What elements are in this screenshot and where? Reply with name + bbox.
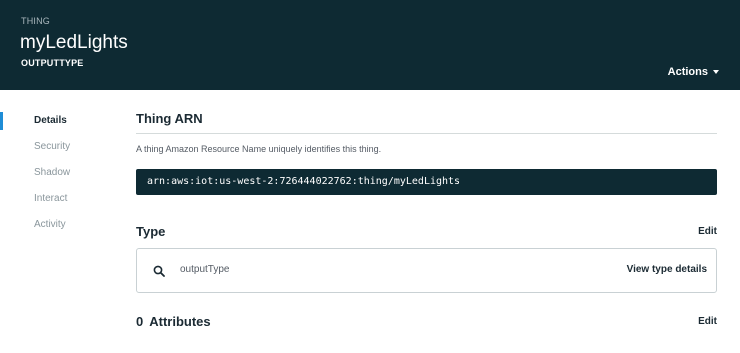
page-header: THING myLedLights OUTPUTTYPE Actions (0, 0, 740, 90)
type-heading: Type (136, 224, 166, 239)
search-icon (153, 265, 165, 277)
thing-arn-description: A thing Amazon Resource Name uniquely id… (136, 144, 382, 154)
view-type-details-link[interactable]: View type details (627, 264, 707, 275)
sidebar-item-activity[interactable]: Activity (0, 212, 100, 238)
type-edit-button[interactable]: Edit (698, 226, 717, 237)
attributes-title: Attributes (149, 314, 211, 329)
page-title: myLedLights (20, 32, 128, 53)
attributes-heading: 0 Attributes (136, 314, 211, 329)
section-divider (136, 133, 717, 134)
type-value: outputType (180, 264, 230, 275)
sidebar-nav: Details Security Shadow Interact Activit… (0, 108, 100, 238)
type-card: outputType View type details (136, 248, 717, 293)
attributes-count: 0 (136, 314, 144, 329)
sidebar-item-details[interactable]: Details (0, 108, 100, 134)
sidebar-item-interact[interactable]: Interact (0, 186, 100, 212)
attributes-edit-button[interactable]: Edit (698, 316, 717, 327)
chevron-down-icon (713, 70, 719, 74)
thing-arn-value[interactable]: arn:aws:iot:us-west-2:726444022762:thing… (136, 169, 717, 195)
actions-dropdown-button[interactable]: Actions (668, 66, 719, 78)
thing-type-label: OUTPUTTYPE (21, 58, 84, 68)
sidebar-item-shadow[interactable]: Shadow (0, 160, 100, 186)
sidebar-item-security[interactable]: Security (0, 134, 100, 160)
thing-arn-heading: Thing ARN (136, 111, 203, 126)
resource-kind-label: THING (21, 16, 50, 26)
actions-label: Actions (667, 66, 708, 78)
